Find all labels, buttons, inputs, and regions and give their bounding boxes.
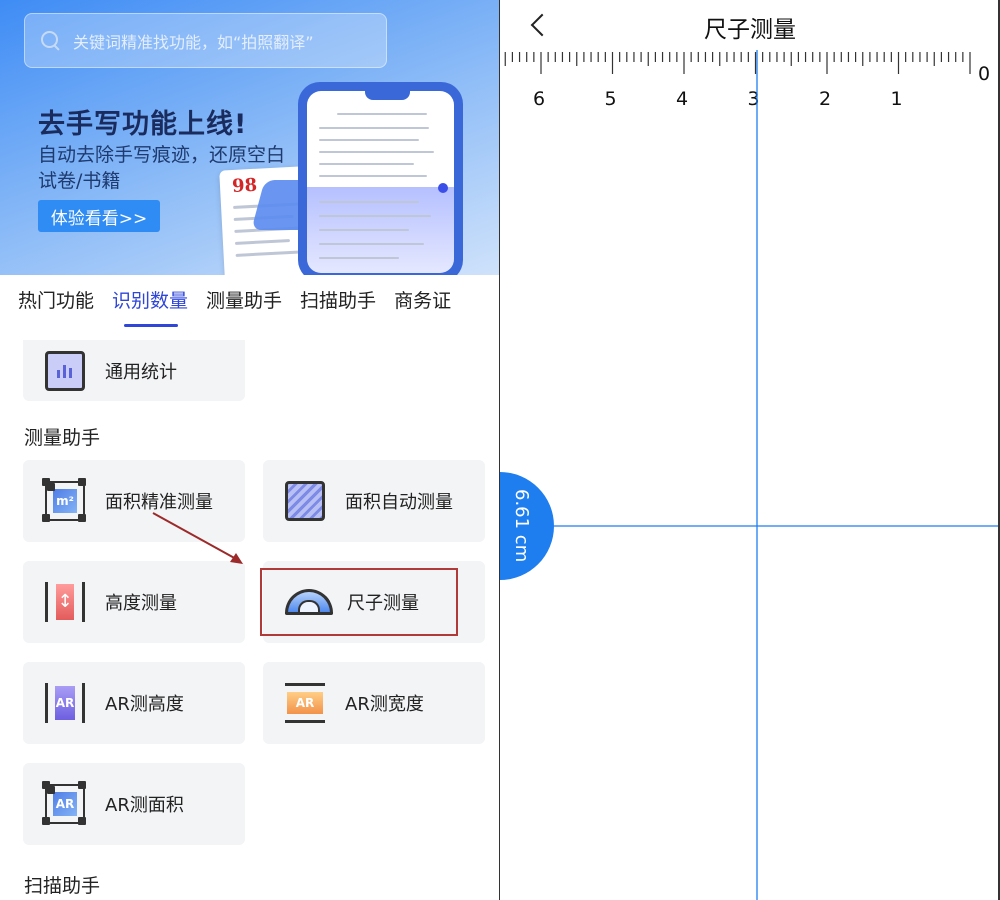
- height-measure-icon: ↕: [45, 582, 85, 622]
- category-tabs: 热门功能 识别数量 测量助手 扫描助手 商务证: [0, 275, 499, 327]
- general-stats-card[interactable]: 通用统计: [23, 340, 245, 401]
- top-ruler-label: 4: [676, 88, 688, 110]
- ar-height-card[interactable]: AR AR测高度: [23, 662, 245, 744]
- area-auto-label: 面积自动测量: [345, 492, 453, 513]
- area-precise-icon: m²: [42, 478, 85, 521]
- tab-business[interactable]: 商务证: [376, 275, 451, 327]
- ar-width-label: AR测宽度: [345, 694, 424, 715]
- tab-measure[interactable]: 测量助手: [188, 275, 282, 327]
- ruler-screen: 01234561234567891011 尺子测量 6.61 cm: [500, 0, 1000, 900]
- height-measure-label: 高度测量: [105, 593, 177, 614]
- tab-recognize-count[interactable]: 识别数量: [94, 275, 188, 327]
- try-it-button[interactable]: 体验看看>>: [38, 200, 160, 232]
- search-icon: [41, 30, 61, 51]
- general-stats-label: 通用统计: [105, 361, 177, 383]
- promo-title: 去手写功能上线!: [38, 109, 248, 140]
- ar-area-icon: AR: [42, 781, 85, 824]
- page-title: 尺子测量: [704, 17, 796, 43]
- area-precise-label: 面积精准测量: [105, 492, 213, 513]
- area-auto-card[interactable]: 面积自动测量: [263, 460, 485, 542]
- ruler-canvas[interactable]: 01234561234567891011: [500, 0, 1000, 900]
- ruler-card-highlight: [260, 568, 458, 636]
- ar-height-label: AR测高度: [105, 694, 184, 715]
- search-bar[interactable]: 关键词精准找功能，如“拍照翻译”: [24, 13, 387, 68]
- search-placeholder: 关键词精准找功能，如“拍照翻译”: [73, 32, 314, 52]
- stats-icon: [45, 350, 85, 391]
- top-ruler-label: 2: [819, 88, 831, 110]
- height-measure-card[interactable]: ↕ 高度测量: [23, 561, 245, 643]
- ar-area-card[interactable]: AR AR测面积: [23, 763, 245, 845]
- top-ruler-label: 0: [978, 63, 990, 85]
- ar-area-label: AR测面积: [105, 795, 184, 816]
- measure-section-title: 测量助手: [24, 427, 101, 449]
- top-ruler-label: 3: [747, 88, 759, 110]
- ar-height-icon: AR: [45, 683, 85, 723]
- measurement-value: 6.61 cm: [511, 489, 532, 563]
- tab-scan[interactable]: 扫描助手: [282, 275, 376, 327]
- top-ruler-label: 6: [533, 88, 545, 110]
- nav-bar: 尺子测量: [500, 0, 998, 50]
- ar-width-card[interactable]: AR AR测宽度: [263, 662, 485, 744]
- ar-width-icon: AR: [285, 683, 325, 723]
- top-ruler-label: 1: [890, 88, 902, 110]
- tools-panel: 关键词精准找功能，如“拍照翻译” 去手写功能上线! 自动去除手写痕迹，还原空白试…: [0, 0, 500, 900]
- score-mark: 98: [231, 174, 258, 197]
- promo-banner[interactable]: 关键词精准找功能，如“拍照翻译” 去手写功能上线! 自动去除手写痕迹，还原空白试…: [0, 0, 499, 275]
- top-ruler-label: 5: [604, 88, 616, 110]
- area-precise-card[interactable]: m² 面积精准测量: [23, 460, 245, 542]
- tab-hot[interactable]: 热门功能: [0, 275, 94, 327]
- scan-section-title: 扫描助手: [24, 875, 101, 897]
- phone-illustration: [298, 82, 463, 275]
- area-auto-icon: [285, 481, 325, 521]
